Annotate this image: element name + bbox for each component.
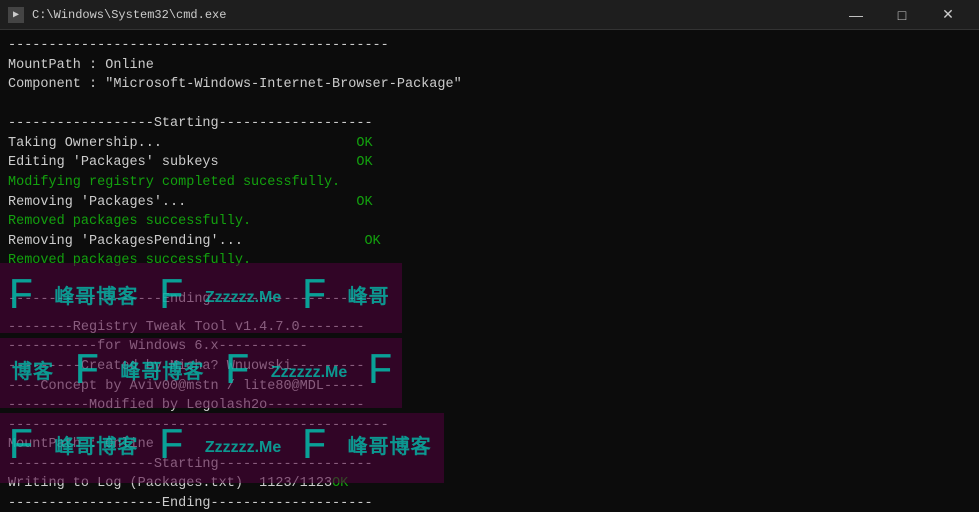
terminal-line: ----------Modified by Legolash2o--------… — [8, 396, 971, 416]
terminal-line: MountPath : Online — [8, 435, 971, 455]
terminal-line: Removed packages successfully. — [8, 212, 971, 232]
window-title: C:\Windows\System32\cmd.exe — [32, 8, 226, 22]
terminal-line: -------------------Ending---------------… — [8, 494, 971, 512]
terminal-line: ----------------------------------------… — [8, 36, 971, 56]
terminal-line: Taking Ownership... OK — [8, 134, 971, 154]
terminal-line: Removed packages successfully. — [8, 251, 971, 271]
terminal-line: --------Registry Tweak Tool v1.4.7.0----… — [8, 318, 971, 338]
terminal-line: ------------------Starting--------------… — [8, 455, 971, 475]
terminal-line — [8, 95, 971, 115]
terminal-line: Removing 'PackagesPending'... OK — [8, 232, 971, 252]
terminal-line: Editing 'Packages' subkeys OK — [8, 153, 971, 173]
terminal-line: ---------Created by Micha? Wnuowski-----… — [8, 357, 971, 377]
terminal-line: -----------for Windows 6.x----------- — [8, 337, 971, 357]
terminal-line — [8, 271, 971, 291]
terminal-line: Removing 'Packages'... OK — [8, 193, 971, 213]
minimize-button[interactable]: — — [833, 0, 879, 30]
close-button[interactable]: ✕ — [925, 0, 971, 30]
terminal-line: Writing to Log (Packages.txt) 1123/1123O… — [8, 474, 971, 494]
cmd-icon: ▶ — [8, 7, 24, 23]
terminal-line: -------------------Ending---------------… — [8, 290, 971, 310]
maximize-button[interactable]: □ — [879, 0, 925, 30]
terminal-window: ----------------------------------------… — [0, 30, 979, 512]
window-controls: — □ ✕ — [833, 0, 971, 30]
terminal-line: ----Concept by Aviv00@mstn / lite80@MDL-… — [8, 377, 971, 397]
terminal-line: ------------------Starting--------------… — [8, 114, 971, 134]
terminal-line: Modifying registry completed sucessfully… — [8, 173, 971, 193]
title-bar-left: ▶ C:\Windows\System32\cmd.exe — [8, 7, 226, 23]
title-bar: ▶ C:\Windows\System32\cmd.exe — □ ✕ — [0, 0, 979, 30]
terminal-line: MountPath : Online — [8, 56, 971, 76]
terminal-line: Component : "Microsoft-Windows-Internet-… — [8, 75, 971, 95]
terminal-line: ----------------------------------------… — [8, 416, 971, 436]
